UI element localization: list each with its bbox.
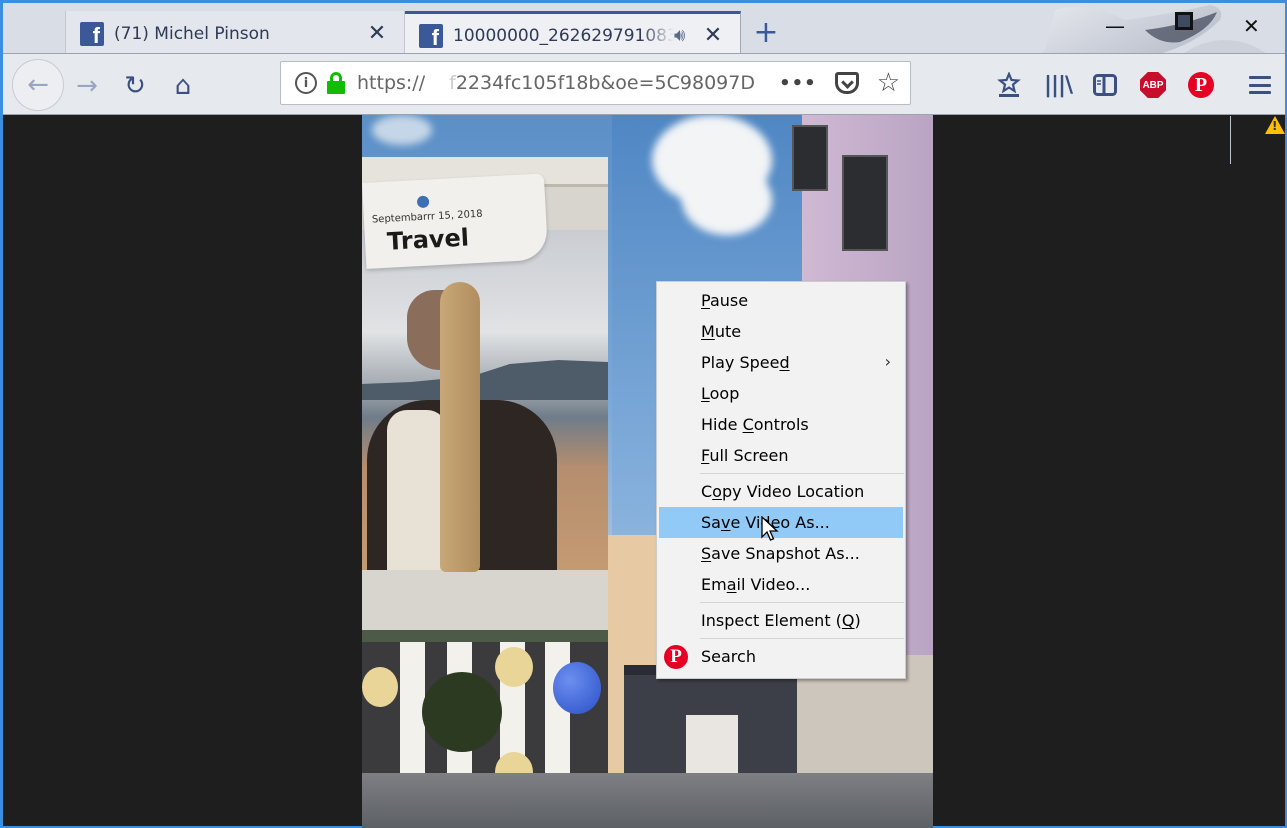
facebook-icon: f (80, 21, 104, 46)
menu-item-play-speed[interactable]: Play Speed › (657, 347, 905, 378)
tab-video[interactable]: f 10000000_26262979108306 🔊︎ ✕ (405, 11, 741, 57)
street (362, 773, 933, 828)
bookmark-star-icon[interactable]: ☆ (877, 68, 900, 98)
site-info-icon[interactable]: i (295, 72, 317, 94)
menu-item-label: Hide Controls (701, 415, 809, 434)
home-button[interactable]: ⌂ (163, 66, 203, 106)
menu-separator (700, 638, 904, 639)
page-actions: ••• ☆ (779, 68, 900, 98)
menu-item-inspect-element[interactable]: Inspect Element (Q) (657, 605, 905, 636)
tab-title: 10000000_26262979108306 (453, 25, 674, 46)
menu-item-loop[interactable]: Loop (657, 378, 905, 409)
menu-item-label: Loop (701, 384, 740, 403)
navigation-toolbar: ← → ↻ ⌂ i https:// f2234fc105f18b&oe=5C9… (3, 53, 1285, 164)
new-tab-button[interactable]: + (751, 15, 781, 50)
menu-item-hide-controls[interactable]: Hide Controls (657, 409, 905, 440)
travel-banner: Septembarrr 15, 2018 Travel (362, 173, 549, 269)
toolbar-separator (1230, 116, 1231, 164)
menu-item-label: Full Screen (701, 446, 789, 465)
tab-title: (71) Michel Pinson (114, 23, 270, 44)
maximize-button[interactable] (1175, 12, 1193, 30)
shop-window (624, 665, 804, 785)
chevron-right-icon: › (884, 352, 891, 371)
reload-button[interactable]: ↻ (115, 66, 155, 106)
air-conditioner (792, 125, 828, 191)
mountains (362, 360, 608, 400)
menu-item-label: Search (701, 647, 756, 666)
globe-icon (416, 195, 430, 209)
url-path-text: 2234fc105f18b&oe=5C98097D (455, 72, 755, 94)
tab-michel-pinson[interactable]: f (71) Michel Pinson ✕ (65, 11, 405, 56)
mouse-cursor-icon (761, 516, 779, 541)
menu-item-label: Save Snapshot As... (701, 544, 860, 563)
warning-icon (1265, 116, 1285, 134)
back-button[interactable]: ← (12, 59, 64, 111)
menu-item-label: Pause (701, 291, 749, 310)
menu-item-save-video-as[interactable]: Save Video As... (659, 507, 903, 538)
cloud (372, 115, 432, 145)
menu-separator (700, 602, 904, 603)
menu-item-mute[interactable]: Mute (657, 316, 905, 347)
cloud (682, 165, 772, 235)
menu-separator (700, 473, 904, 474)
speaker-icon[interactable]: 🔊︎ (674, 25, 696, 46)
menu-item-label: Inspect Element (Q) (701, 611, 861, 630)
mural-dot (362, 667, 398, 707)
hamburger-menu-icon[interactable] (1249, 68, 1271, 102)
forward-button[interactable]: → (67, 66, 107, 106)
portrait-image (362, 230, 608, 572)
browser-window: f (71) Michel Pinson ✕ f 10000000_262629… (0, 0, 1287, 828)
menu-item-pinterest-search[interactable]: P Search (657, 641, 905, 672)
head-wrap (440, 282, 480, 572)
page-actions-menu-icon[interactable]: ••• (779, 73, 817, 94)
pinterest-icon[interactable]: P (1188, 68, 1214, 102)
banner-title: Travel (386, 223, 470, 256)
striped-mural (362, 630, 608, 792)
menu-item-full-screen[interactable]: Full Screen (657, 440, 905, 471)
pinterest-icon: P (664, 645, 688, 669)
url-path-faded: f (449, 72, 456, 94)
menu-item-label: Play Speed (701, 353, 790, 372)
url-bar[interactable]: i https:// f2234fc105f18b&oe=5C98097D ••… (280, 61, 911, 105)
facebook-icon: f (419, 23, 443, 48)
menu-item-save-snapshot-as[interactable]: Save Snapshot As... (657, 538, 905, 569)
menu-item-label: Email Video... (701, 575, 811, 594)
close-window-button[interactable]: ✕ (1243, 14, 1260, 38)
library-icon[interactable]: |||\ (1044, 68, 1073, 102)
mural-stripe (400, 642, 425, 792)
menu-item-label: Mute (701, 322, 742, 341)
tree (422, 672, 502, 752)
tab-strip: f (71) Michel Pinson ✕ f 10000000_262629… (3, 0, 1285, 57)
bookmarks-icon[interactable] (996, 68, 1022, 102)
video-context-menu: Pause Mute Play Speed › Loop Hide Controls Ful… (656, 281, 906, 679)
blue-balloon (553, 662, 601, 714)
menu-item-copy-video-location[interactable]: Copy Video Location (657, 476, 905, 507)
close-tab-icon[interactable]: ✕ (364, 21, 390, 46)
close-tab-icon[interactable]: ✕ (700, 23, 726, 48)
minimize-button[interactable]: — (1105, 14, 1125, 38)
menu-item-email-video[interactable]: Email Video... (657, 569, 905, 600)
secure-lock-icon[interactable] (327, 72, 345, 94)
url-path: f2234fc105f18b&oe=5C98097D (449, 72, 755, 94)
pocket-icon[interactable] (834, 72, 859, 94)
person-shirt (387, 410, 447, 570)
sidebar-icon[interactable] (1092, 68, 1118, 102)
menu-item-label: Copy Video Location (701, 482, 865, 501)
air-conditioner (842, 155, 888, 251)
adblock-plus-icon[interactable]: ABP (1140, 68, 1166, 102)
url-protocol: https:// (357, 72, 426, 94)
mural-dot (495, 647, 533, 687)
menu-item-pause[interactable]: Pause (657, 285, 905, 316)
